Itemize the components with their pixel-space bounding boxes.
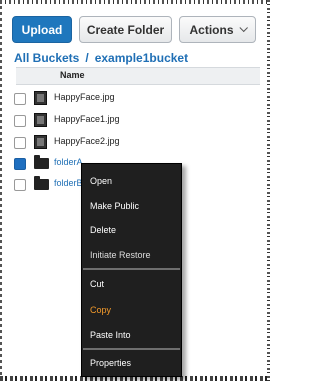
row-foldername: folderA xyxy=(54,157,83,167)
menu-item-copy[interactable]: Copy xyxy=(82,299,181,321)
chevron-down-icon xyxy=(238,23,248,32)
row-filename: HappyFace1.jpg xyxy=(54,114,120,124)
menu-item-paste-into[interactable]: Paste Into xyxy=(82,324,181,346)
create-folder-button-label: Create Folder xyxy=(86,22,165,37)
table-row[interactable]: HappyFace.jpg xyxy=(14,90,260,112)
torn-edge-right xyxy=(267,0,270,381)
upload-button[interactable]: Upload xyxy=(12,16,72,43)
table-header: Name xyxy=(16,67,260,85)
file-icon xyxy=(34,113,47,127)
menu-separator xyxy=(83,268,180,270)
table-row[interactable]: HappyFace1.jpg xyxy=(14,112,260,134)
breadcrumb-all-buckets[interactable]: All Buckets xyxy=(14,51,79,65)
menu-item-delete[interactable]: Delete xyxy=(82,219,181,241)
file-icon xyxy=(34,135,47,149)
row-checkbox[interactable] xyxy=(14,93,26,105)
row-filename: HappyFace.jpg xyxy=(54,92,115,102)
menu-item-cut[interactable]: Cut xyxy=(82,273,181,295)
file-icon xyxy=(34,91,47,105)
menu-item-open[interactable]: Open xyxy=(82,170,181,192)
menu-item-properties[interactable]: Properties xyxy=(82,352,181,374)
breadcrumb-separator: / xyxy=(85,51,89,65)
torn-edge-top xyxy=(0,0,270,4)
row-checkbox[interactable] xyxy=(14,179,26,191)
create-folder-button[interactable]: Create Folder xyxy=(79,16,172,43)
torn-edge-left xyxy=(0,0,2,381)
folder-icon xyxy=(34,176,49,190)
menu-item-make-public[interactable]: Make Public xyxy=(82,195,181,217)
breadcrumb: All Buckets / example1bucket xyxy=(14,51,188,65)
breadcrumb-current-bucket[interactable]: example1bucket xyxy=(95,51,188,65)
row-checkbox[interactable] xyxy=(14,158,26,170)
context-menu: Open Make Public Delete Initiate Restore… xyxy=(81,163,182,377)
actions-dropdown-button[interactable]: Actions xyxy=(179,16,256,43)
upload-button-label: Upload xyxy=(21,22,63,37)
row-filename: HappyFace2.jpg xyxy=(54,136,120,146)
row-checkbox[interactable] xyxy=(14,137,26,149)
folder-icon xyxy=(34,155,49,169)
row-checkbox[interactable] xyxy=(14,115,26,127)
menu-separator xyxy=(83,348,180,350)
actions-button-label: Actions xyxy=(189,22,234,37)
table-row[interactable]: HappyFace2.jpg xyxy=(14,134,260,156)
column-header-name[interactable]: Name xyxy=(60,70,85,80)
menu-item-initiate-restore[interactable]: Initiate Restore xyxy=(82,244,181,266)
row-foldername: folderB xyxy=(54,178,83,188)
